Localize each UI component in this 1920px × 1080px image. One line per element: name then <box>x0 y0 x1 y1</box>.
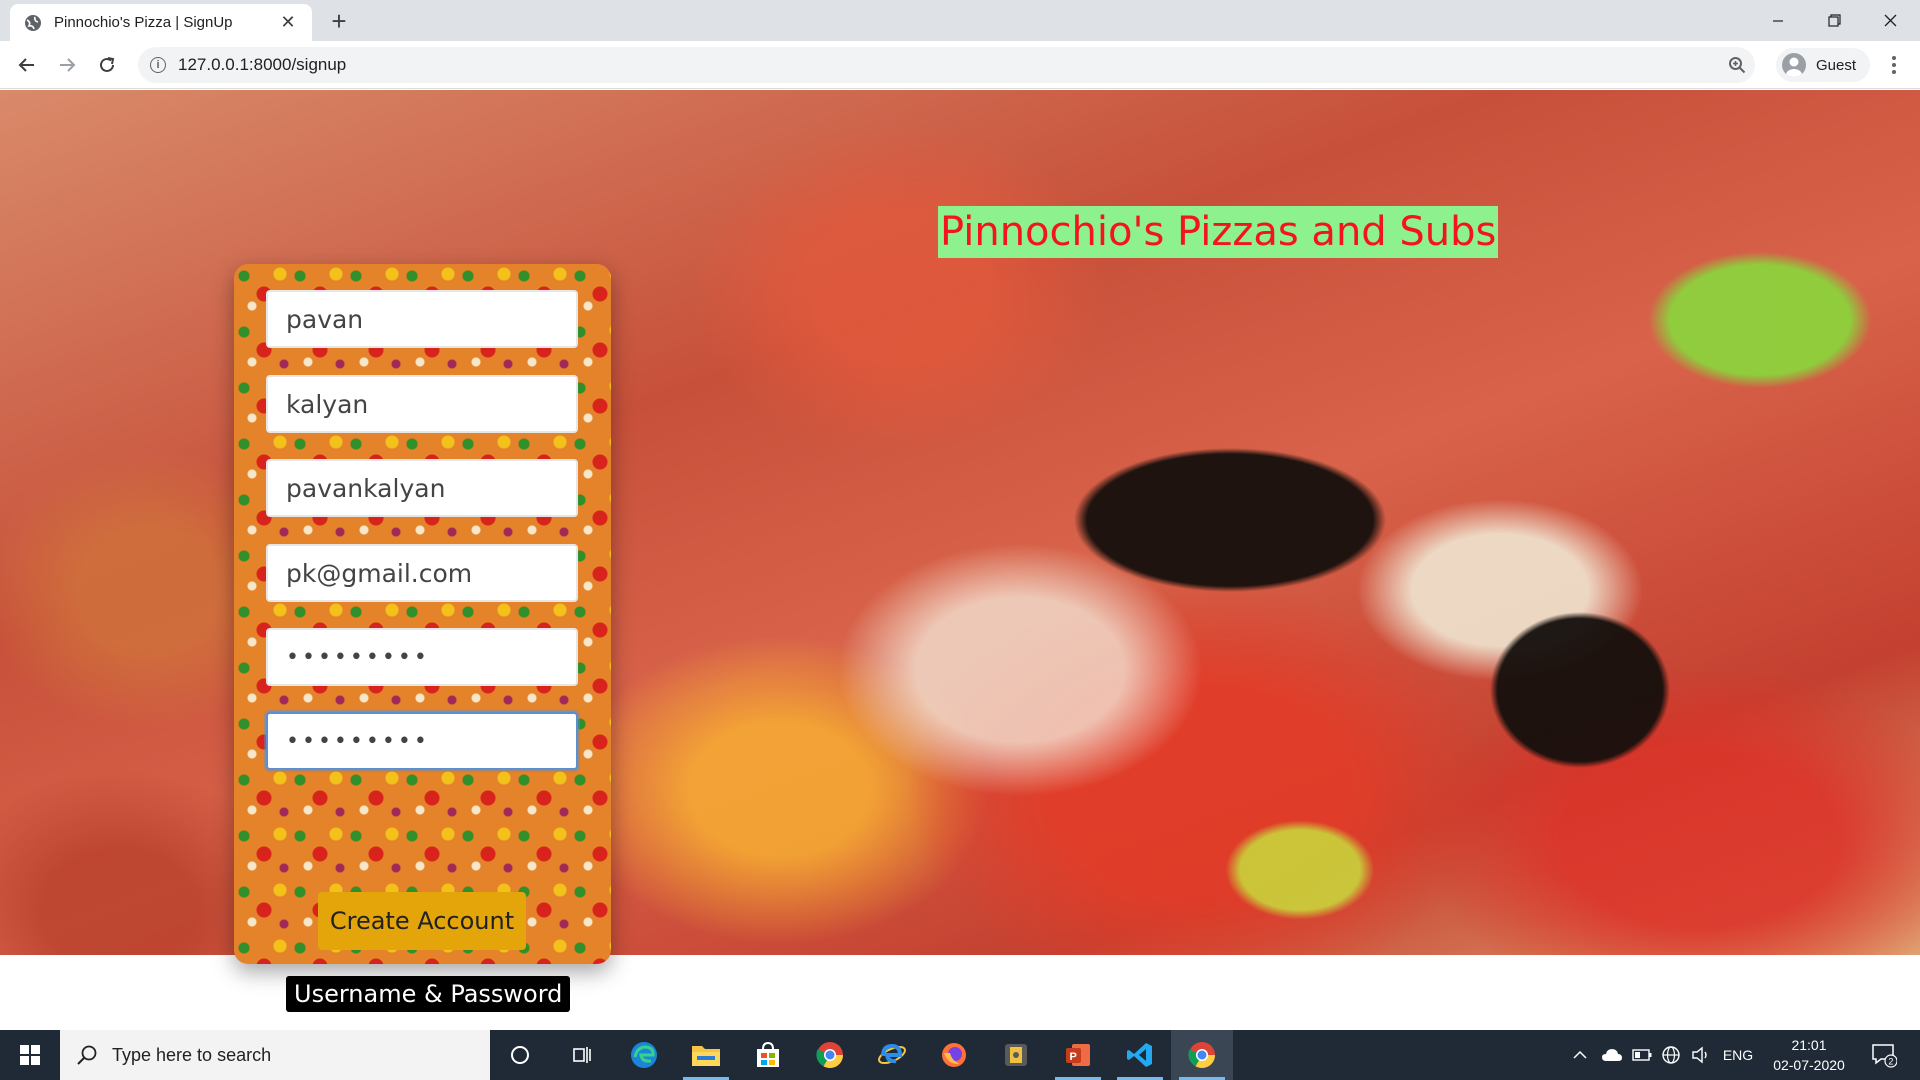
network-globe-icon[interactable] <box>1658 1030 1684 1080</box>
new-tab-icon[interactable]: + <box>324 6 354 36</box>
browser-tab-strip: Pinnochio's Pizza | SignUp ✕ + <box>0 0 1920 41</box>
app-icon[interactable] <box>985 1030 1047 1080</box>
edge-icon[interactable] <box>613 1030 675 1080</box>
last-name-field[interactable]: kalyan <box>266 375 578 433</box>
notification-count: 2 <box>1888 1057 1893 1067</box>
clock-time: 21:01 <box>1791 1037 1827 1053</box>
browser-toolbar: i 127.0.0.1:8000/signup Guest <box>0 41 1920 89</box>
language-indicator[interactable]: ENG <box>1718 1030 1758 1080</box>
confirm-password-field[interactable]: ••••••••• <box>266 712 578 770</box>
firefox-icon[interactable] <box>923 1030 985 1080</box>
store-icon[interactable] <box>737 1030 799 1080</box>
notification-center-icon[interactable]: 2 <box>1864 1030 1904 1080</box>
address-bar[interactable]: i 127.0.0.1:8000/signup <box>138 47 1755 83</box>
internet-explorer-icon[interactable] <box>861 1030 923 1080</box>
file-explorer-icon[interactable] <box>675 1030 737 1080</box>
brand-title: Pinnochio's Pizzas and Subs <box>938 206 1499 258</box>
windows-start-icon[interactable] <box>0 1030 60 1080</box>
chrome-active-icon[interactable] <box>1171 1030 1233 1080</box>
back-arrow-icon[interactable] <box>13 51 41 79</box>
onedrive-icon[interactable] <box>1598 1030 1626 1080</box>
minimize-icon[interactable] <box>1750 0 1806 41</box>
browser-tab[interactable]: Pinnochio's Pizza | SignUp ✕ <box>10 4 312 41</box>
chrome-icon[interactable] <box>799 1030 861 1080</box>
profile-label: Guest <box>1816 56 1857 74</box>
task-view-icon[interactable] <box>551 1030 613 1080</box>
search-placeholder: Type here to search <box>112 1044 272 1065</box>
taskbar-search-box[interactable]: Type here to search <box>60 1030 490 1080</box>
clock-date: 02-07-2020 <box>1773 1057 1845 1073</box>
browser-menu-icon[interactable] <box>1882 53 1906 77</box>
profile-button[interactable]: Guest <box>1776 48 1870 82</box>
site-info-icon[interactable]: i <box>150 57 166 73</box>
guest-avatar-icon <box>1782 53 1806 77</box>
restore-icon[interactable] <box>1806 0 1862 41</box>
page-viewport: Pinnochio's Pizzas and Subs pavan kalyan… <box>0 90 1920 1030</box>
taskbar-clock[interactable]: 21:01 02-07-2020 <box>1764 1030 1854 1080</box>
first-name-field[interactable]: pavan <box>266 290 578 348</box>
zoom-icon[interactable] <box>1719 47 1755 83</box>
username-field[interactable]: pavankalyan <box>266 459 578 517</box>
battery-icon[interactable] <box>1630 1030 1654 1080</box>
url-text: 127.0.0.1:8000/signup <box>178 55 347 74</box>
close-tab-icon[interactable]: ✕ <box>278 12 298 33</box>
username-password-label: Username & Password <box>286 976 571 1012</box>
powerpoint-icon[interactable]: P <box>1047 1030 1109 1080</box>
vscode-icon[interactable] <box>1109 1030 1171 1080</box>
forward-arrow-icon[interactable] <box>53 51 81 79</box>
show-hidden-icons-icon[interactable] <box>1568 1030 1592 1080</box>
volume-icon[interactable] <box>1688 1030 1714 1080</box>
search-icon <box>77 1045 97 1065</box>
globe-icon <box>25 14 41 31</box>
close-window-icon[interactable] <box>1862 0 1918 41</box>
signup-form: pavan kalyan pavankalyan pk@gmail.com ••… <box>234 264 611 1012</box>
svg-text:P: P <box>1070 1051 1077 1063</box>
create-account-button[interactable]: Create Account <box>318 892 526 950</box>
password-field[interactable]: ••••••••• <box>266 628 578 686</box>
reload-icon[interactable] <box>93 51 121 79</box>
tab-title: Pinnochio's Pizza | SignUp <box>54 14 233 31</box>
email-field[interactable]: pk@gmail.com <box>266 544 578 602</box>
windows-taskbar: Type here to search P ENG 21:01 02-07-20… <box>0 1030 1920 1080</box>
cortana-icon[interactable] <box>489 1030 551 1080</box>
